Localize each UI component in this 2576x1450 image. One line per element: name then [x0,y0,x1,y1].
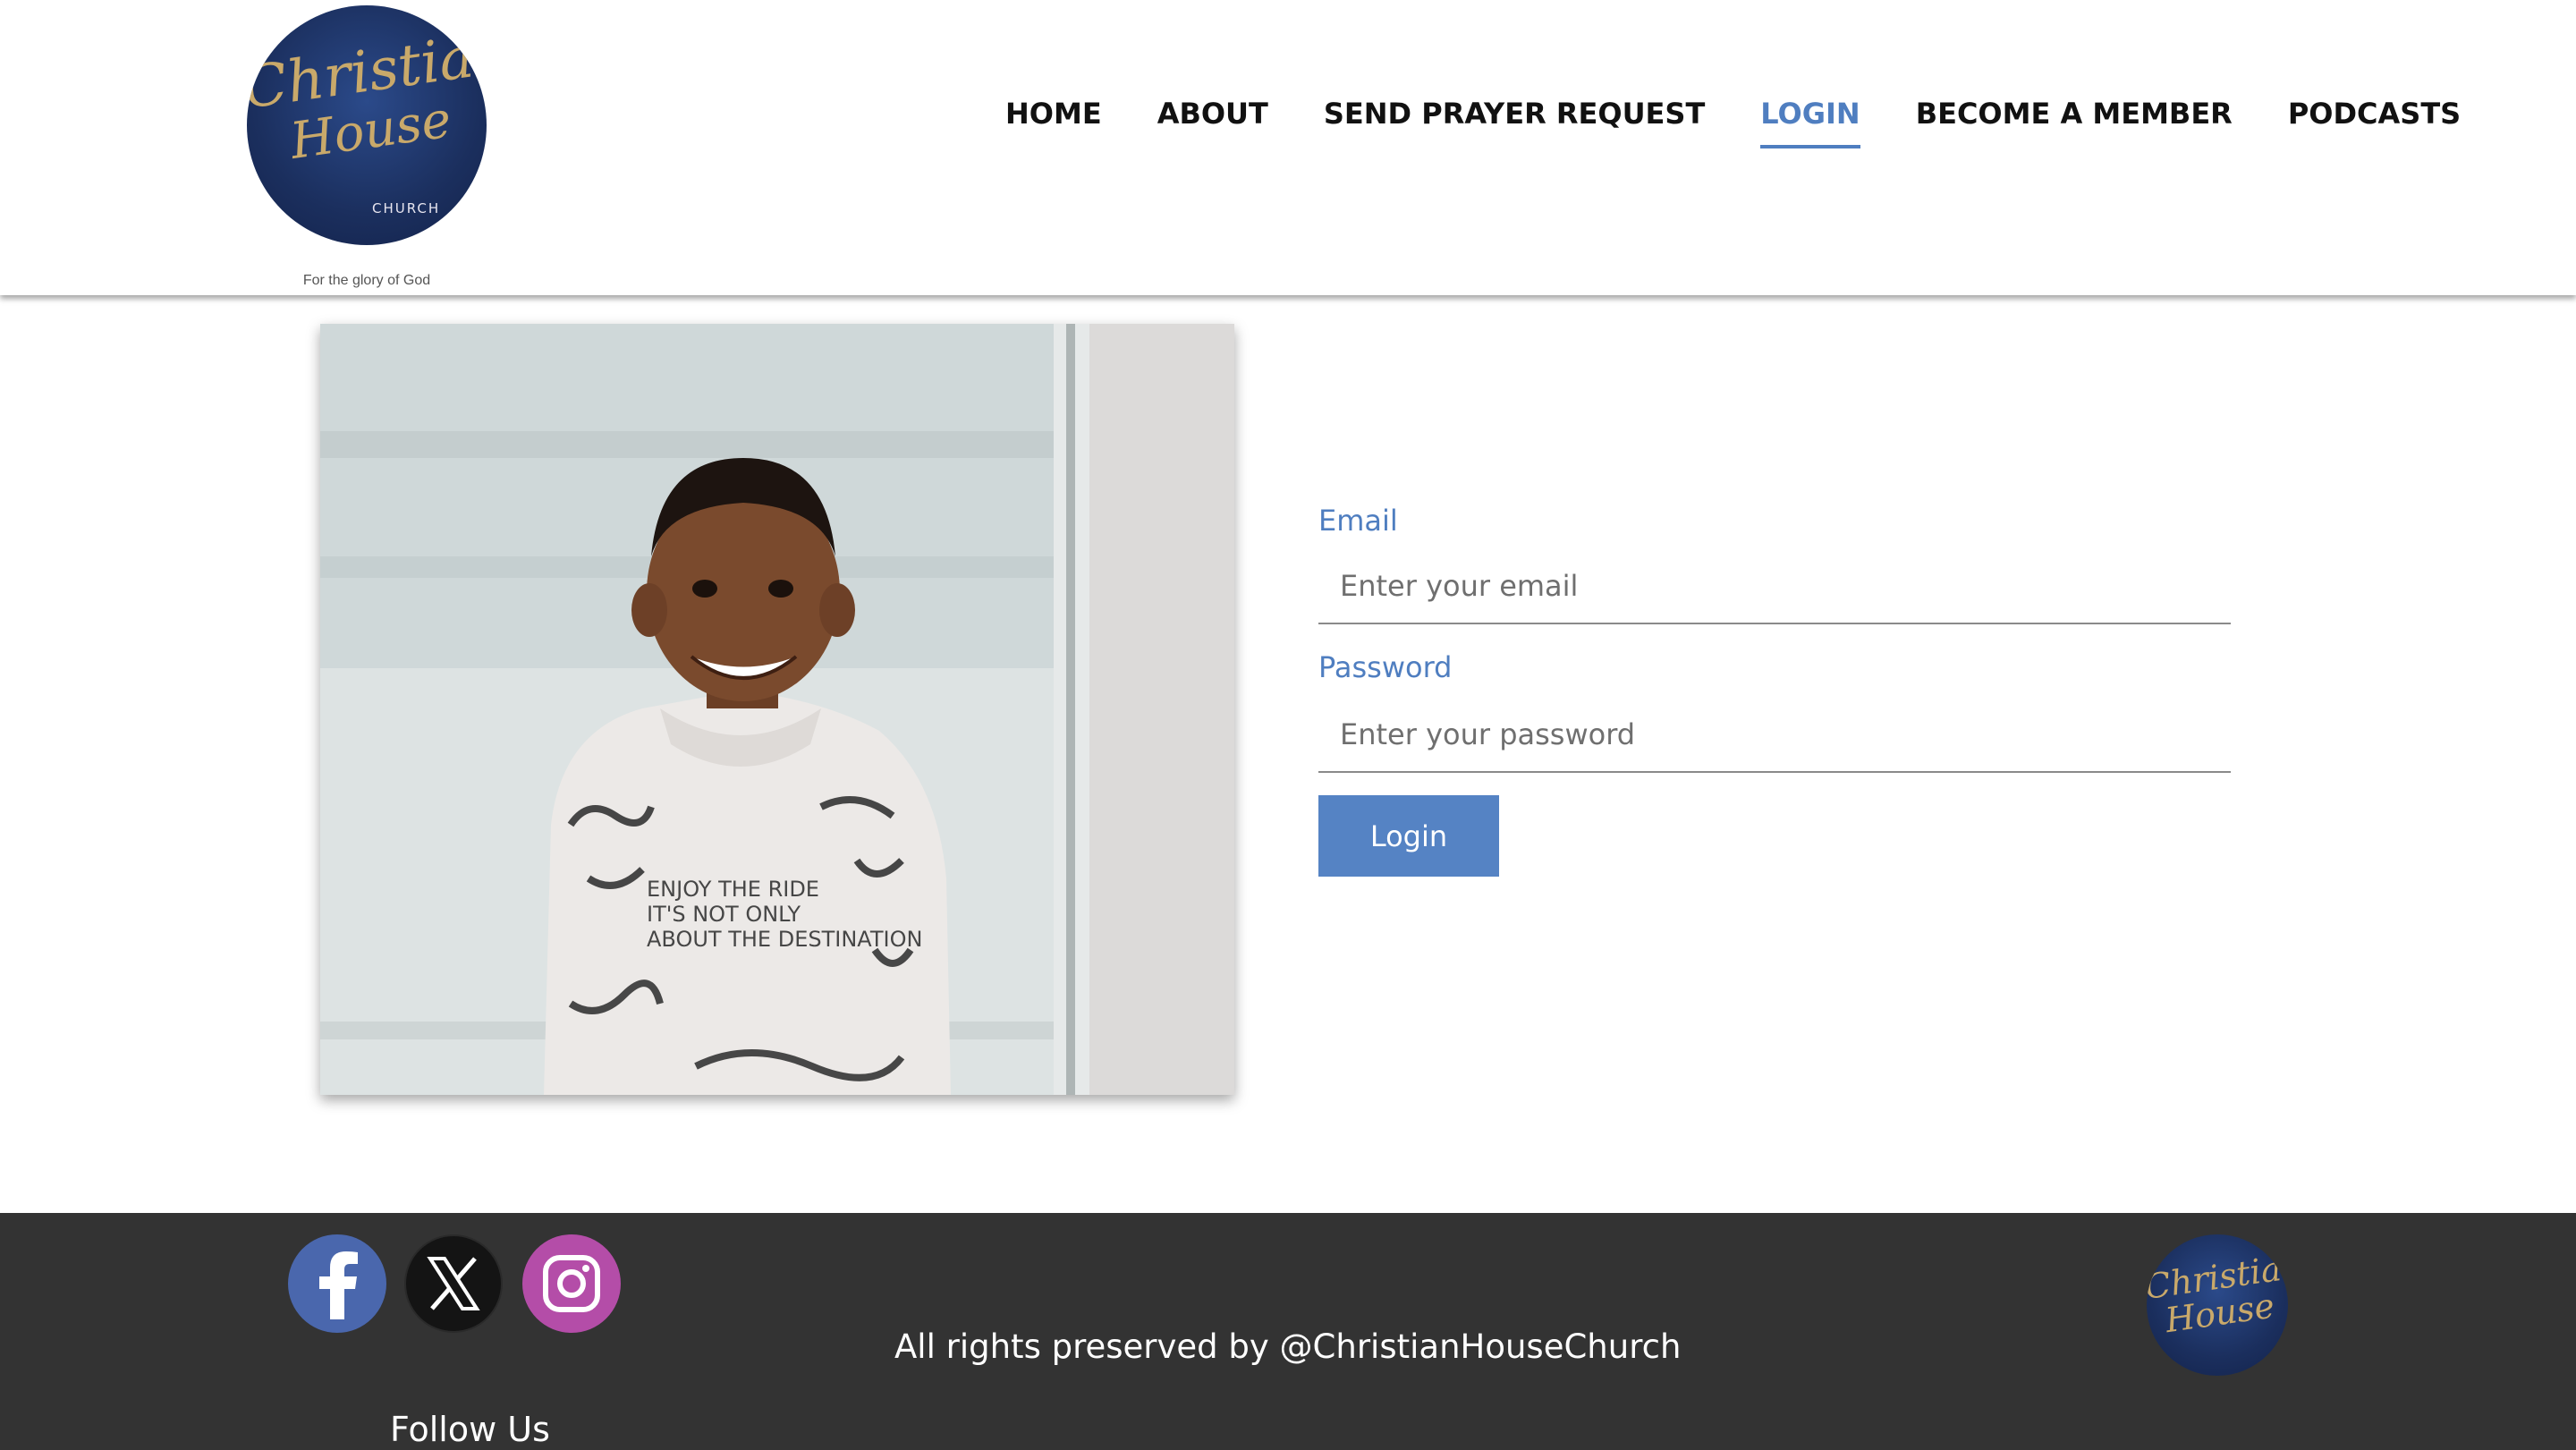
logo-tagline: For the glory of God [302,273,431,288]
password-field[interactable] [1318,698,2231,773]
nav-send-prayer-request[interactable]: SEND PRAYER REQUEST [1324,97,1705,148]
facebook-icon[interactable] [288,1234,386,1333]
site-header: Christian House CHURCH For the glory of … [0,0,2576,295]
logo-wordmark: Christian House [247,20,487,179]
photo-illustration: ENJOY THE RIDE IT'S NOT ONLY ABOUT THE D… [320,324,1234,1095]
nav-podcasts[interactable]: PODCASTS [2288,97,2461,148]
nav-login[interactable]: LOGIN [1760,97,1861,148]
email-field[interactable] [1318,549,2231,624]
site-footer: Follow Us All rights preserved by @Chris… [0,1213,2576,1450]
nav-about[interactable]: ABOUT [1157,97,1268,148]
password-label: Password [1318,650,1453,684]
main-nav: HOME ABOUT SEND PRAYER REQUEST LOGIN BEC… [1005,97,2516,150]
x-icon[interactable] [404,1234,503,1333]
hero-photo: ENJOY THE RIDE IT'S NOT ONLY ABOUT THE D… [320,324,1234,1095]
email-label: Email [1318,504,1398,538]
follow-us-label: Follow Us [390,1410,550,1449]
svg-text:IT'S NOT ONLY: IT'S NOT ONLY [647,902,801,927]
logo-line-church: CHURCH [372,200,441,216]
svg-text:ENJOY THE RIDE: ENJOY THE RIDE [647,877,819,902]
nav-become-a-member[interactable]: BECOME A MEMBER [1916,97,2233,148]
copyright-text: All rights preserved by @ChristianHouseC… [894,1327,1682,1366]
login-button[interactable]: Login [1318,795,1499,877]
nav-home[interactable]: HOME [1005,97,1102,148]
church-logo[interactable]: Christian House CHURCH [247,5,487,245]
instagram-icon[interactable] [522,1234,621,1333]
svg-text:ABOUT THE DESTINATION: ABOUT THE DESTINATION [647,927,922,952]
footer-logo[interactable]: Christian House [2147,1234,2288,1376]
footer-logo-wordmark: Christian House [2147,1246,2288,1340]
